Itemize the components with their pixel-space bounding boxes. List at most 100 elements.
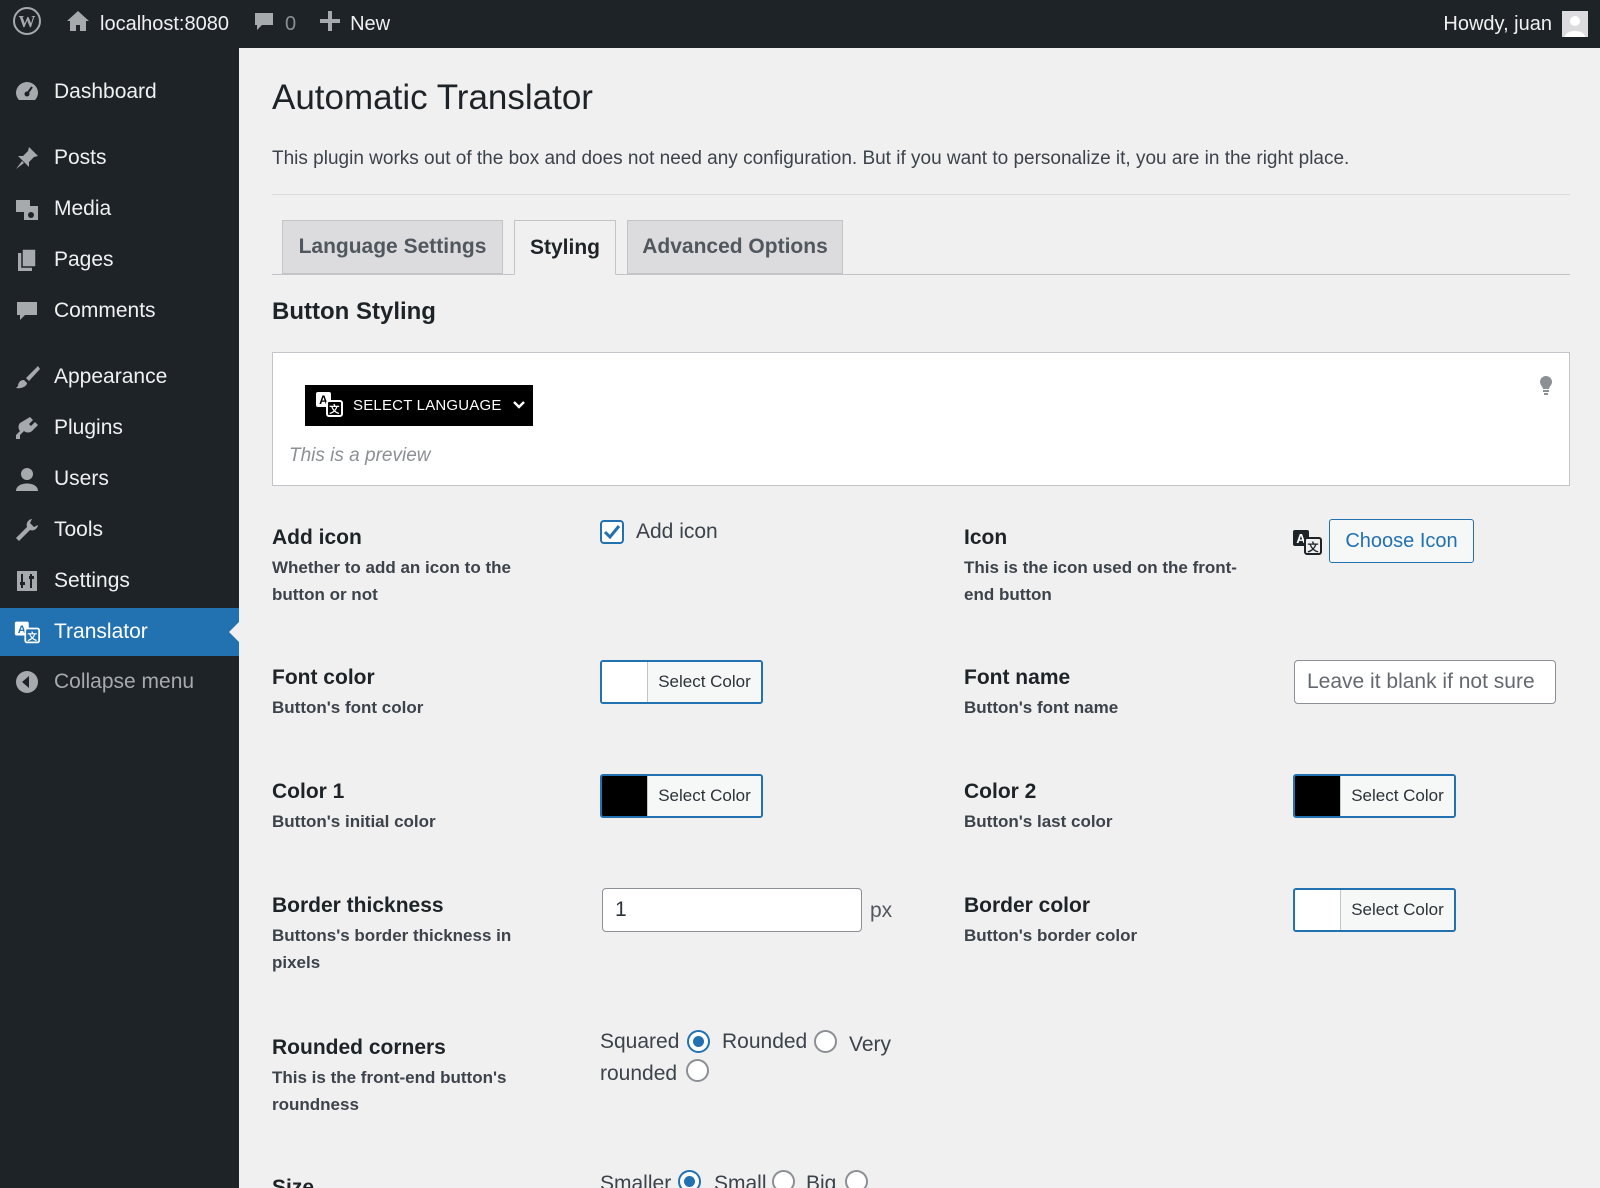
radio-very-rounded[interactable] xyxy=(686,1059,709,1082)
collapse-icon xyxy=(14,669,40,695)
translate-icon: A文 xyxy=(14,619,40,645)
radio-label-very-rounded[interactable]: Very rounded xyxy=(600,1030,900,1088)
add-icon-checkbox-label[interactable]: Add icon xyxy=(636,520,718,544)
font-color-description: Button's font color xyxy=(272,698,424,717)
radio-smaller[interactable] xyxy=(678,1170,701,1188)
admin-sidebar: Dashboard Posts Media Pages Comments App… xyxy=(0,48,239,1188)
my-account-menu[interactable]: Howdy, juan xyxy=(1431,0,1600,48)
color-swatch xyxy=(602,776,648,816)
sidebar-item-translator[interactable]: A文 Translator xyxy=(0,608,239,656)
svg-text:W: W xyxy=(19,12,36,31)
border-thickness-label: Border thickness xyxy=(272,894,444,917)
sidebar-item-label: Media xyxy=(54,197,112,220)
add-icon-label: Add icon xyxy=(272,526,362,549)
radio-label-smaller[interactable]: Smaller xyxy=(600,1172,671,1188)
radio-big[interactable] xyxy=(845,1170,868,1188)
svg-text:文: 文 xyxy=(329,403,340,416)
sidebar-item-settings[interactable]: Settings xyxy=(0,557,239,605)
tab-language-settings[interactable]: Language Settings xyxy=(282,220,503,274)
rounded-corners-description: This is the front-end button's roundness xyxy=(272,1068,507,1114)
site-name-link[interactable]: localhost:8080 xyxy=(54,0,241,48)
user-icon xyxy=(14,466,40,492)
font-color-picker[interactable]: Select Color xyxy=(600,660,763,704)
svg-text:文: 文 xyxy=(1308,540,1320,554)
sidebar-item-label: Posts xyxy=(54,146,107,169)
page-intro: This plugin works out of the box and doe… xyxy=(272,148,1350,169)
new-content-button[interactable]: New xyxy=(308,0,402,48)
preview-box: A文 SELECT LANGUAGE This is a preview xyxy=(272,352,1570,486)
px-unit-label: px xyxy=(870,899,893,922)
svg-text:文: 文 xyxy=(26,631,37,643)
sidebar-item-pages[interactable]: Pages xyxy=(0,236,239,284)
section-title: Button Styling xyxy=(272,298,436,325)
greeting: Howdy, juan xyxy=(1443,12,1552,35)
site-name: localhost:8080 xyxy=(100,12,229,35)
radio-label-small[interactable]: Small xyxy=(714,1172,767,1188)
radio-small[interactable] xyxy=(772,1170,795,1188)
comments-link[interactable]: 0 xyxy=(241,0,308,48)
dashboard-icon xyxy=(14,79,40,105)
sidebar-item-comments[interactable]: Comments xyxy=(0,287,239,335)
sidebar-item-plugins[interactable]: Plugins xyxy=(0,404,239,452)
collapse-menu-button[interactable]: Collapse menu xyxy=(0,658,239,706)
plus-icon xyxy=(320,11,341,37)
wordpress-logo-icon: W xyxy=(12,6,42,42)
icon-description: This is the icon used on the front-end b… xyxy=(964,558,1237,604)
pin-icon xyxy=(14,145,40,171)
avatar xyxy=(1562,11,1588,37)
translate-icon: A文 xyxy=(1292,528,1322,561)
select-color-label: Select Color xyxy=(648,662,761,702)
sidebar-item-label: Collapse menu xyxy=(54,670,195,693)
comment-icon xyxy=(14,298,40,324)
comment-bubble-icon xyxy=(253,10,275,38)
preview-select-language-button[interactable]: A文 SELECT LANGUAGE xyxy=(305,385,533,426)
sidebar-item-label: Tools xyxy=(54,518,104,541)
color1-label: Color 1 xyxy=(272,780,345,803)
color2-picker[interactable]: Select Color xyxy=(1293,774,1456,818)
comments-count: 0 xyxy=(284,12,297,35)
sidebar-item-label: Translator xyxy=(54,620,148,643)
media-icon xyxy=(14,196,40,222)
add-icon-description: Whether to add an icon to the button or … xyxy=(272,558,511,604)
sidebar-item-posts[interactable]: Posts xyxy=(0,134,239,182)
sidebar-item-label: Comments xyxy=(54,299,156,322)
sidebar-item-label: Settings xyxy=(54,569,130,592)
lightbulb-icon[interactable] xyxy=(1539,375,1553,402)
divider xyxy=(272,194,1570,195)
sidebar-item-tools[interactable]: Tools xyxy=(0,506,239,554)
size-label: Size xyxy=(272,1176,315,1188)
sidebar-item-appearance[interactable]: Appearance xyxy=(0,353,239,401)
color2-label: Color 2 xyxy=(964,780,1037,803)
select-color-label: Select Color xyxy=(1341,776,1454,816)
choose-icon-button[interactable]: Choose Icon xyxy=(1329,519,1474,563)
sidebar-item-label: Appearance xyxy=(54,365,168,388)
sidebar-item-label: Pages xyxy=(54,248,114,271)
tab-baseline xyxy=(272,274,1570,275)
border-thickness-input[interactable] xyxy=(602,888,862,932)
tab-advanced-options[interactable]: Advanced Options xyxy=(627,220,843,274)
color-swatch xyxy=(1295,890,1341,930)
tab-styling[interactable]: Styling xyxy=(514,220,616,275)
tab-bar: Language Settings Styling Advanced Optio… xyxy=(272,220,1570,322)
add-icon-checkbox[interactable] xyxy=(600,520,624,544)
rounded-corners-label: Rounded corners xyxy=(272,1036,446,1059)
font-color-label: Font color xyxy=(272,666,375,689)
sidebar-item-dashboard[interactable]: Dashboard xyxy=(0,68,239,116)
border-color-picker[interactable]: Select Color xyxy=(1293,888,1456,932)
chevron-down-icon xyxy=(512,397,526,414)
radio-label-big[interactable]: Big xyxy=(806,1172,836,1188)
color-swatch xyxy=(1295,776,1341,816)
translate-icon: A文 xyxy=(315,391,343,421)
sidebar-item-users[interactable]: Users xyxy=(0,455,239,503)
wordpress-logo-button[interactable]: W xyxy=(0,0,54,48)
sidebar-item-media[interactable]: Media xyxy=(0,185,239,233)
select-color-label: Select Color xyxy=(648,776,761,816)
page-title: Automatic Translator xyxy=(272,78,593,117)
font-name-input[interactable] xyxy=(1294,660,1556,704)
brush-icon xyxy=(14,364,40,390)
sidebar-item-label: Plugins xyxy=(54,416,123,439)
preview-caption: This is a preview xyxy=(289,445,431,466)
color-swatch xyxy=(602,662,648,702)
color1-picker[interactable]: Select Color xyxy=(600,774,763,818)
sidebar-item-label: Users xyxy=(54,467,109,490)
